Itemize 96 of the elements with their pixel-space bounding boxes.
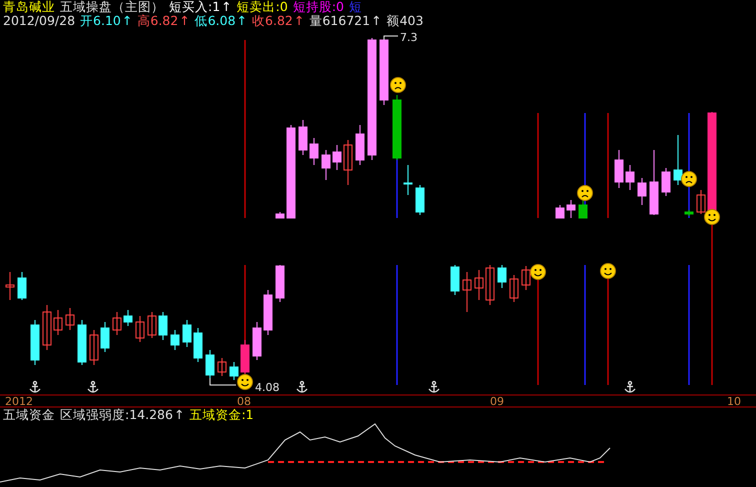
quote-date: 2012/09/28: [3, 14, 76, 28]
candlestick: [298, 120, 308, 156]
candlestick: [392, 94, 402, 160]
candlestick: [450, 264, 460, 296]
candlestick: [6, 272, 14, 300]
price-label: 7.3: [400, 31, 418, 44]
arrow-icon: ↑: [174, 408, 184, 422]
signal-value: 短卖出:0: [236, 0, 288, 14]
candlestick: [510, 274, 518, 302]
arrow-icon: ↑: [179, 14, 190, 28]
candlestick: [252, 322, 262, 360]
candlestick: [136, 316, 144, 342]
candlestick: [404, 164, 412, 196]
frown-face-icon: [681, 171, 697, 187]
axis-label: 09: [490, 395, 504, 408]
candlestick: [78, 320, 86, 366]
smiley-face-icon: [237, 374, 253, 390]
price-label: 4.08: [255, 381, 280, 394]
candlestick: [276, 212, 284, 218]
candlestick: [240, 340, 250, 376]
indicator-value: 区域强弱度:14.286: [60, 408, 173, 422]
smiley-face-icon: [704, 209, 720, 225]
candlestick: [626, 164, 634, 190]
candlestick: [264, 290, 272, 336]
candlestick: [322, 150, 330, 180]
candlestick: [276, 264, 284, 302]
arrow-icon: ↑: [221, 0, 232, 14]
quote-value: 量616721: [309, 14, 370, 28]
indicator-name: 五域资金: [3, 408, 55, 422]
candlestick: [194, 328, 202, 362]
arrow-icon: ↑: [122, 14, 132, 28]
candlestick: [182, 320, 192, 348]
anchor-icon: [624, 380, 636, 393]
candlestick: [650, 150, 658, 216]
signal-value: 短持股:0: [292, 0, 344, 14]
candlestick: [614, 150, 624, 188]
arrow-icon: ↑: [294, 14, 304, 28]
candlestick: [66, 308, 74, 330]
candlestick: [42, 304, 52, 350]
indicator-name: 五域操盘（主图）: [60, 0, 164, 14]
anchor-icon: [296, 380, 308, 393]
signal-value: 短买入:1: [169, 0, 220, 14]
candlestick: [206, 350, 214, 378]
candlestick: [462, 272, 472, 312]
anchor-icon: [428, 380, 440, 393]
candlestick: [158, 312, 168, 340]
leader-line: [384, 36, 398, 40]
smiley-face-icon: [600, 263, 616, 279]
candlestick: [416, 184, 424, 216]
candlestick: [498, 264, 506, 288]
quote-value: 额403: [386, 14, 424, 28]
anchor-icon: [88, 380, 98, 393]
candlestick: [230, 362, 238, 380]
candlestick: [578, 200, 588, 218]
candlestick: [474, 270, 484, 300]
candlestick: [638, 178, 646, 206]
axis-label: 08: [237, 395, 251, 408]
arrow-icon: ↑: [371, 14, 382, 28]
candlestick: [310, 138, 318, 166]
candlestick: [124, 310, 132, 326]
quote-value: 高6.82: [137, 14, 178, 28]
axis-label: 10: [727, 395, 741, 408]
candlestick: [556, 204, 564, 218]
axis-label: 2012: [5, 395, 33, 408]
smiley-face-icon: [530, 264, 546, 280]
candlestick: [696, 190, 706, 214]
candlestick: [100, 322, 110, 352]
candlestick: [218, 358, 226, 376]
candlestick: [344, 140, 352, 186]
quote-value: 低6.08: [194, 14, 236, 28]
candlestick: [332, 144, 342, 170]
frown-face-icon: [577, 185, 593, 201]
candlestick: [486, 264, 494, 306]
indicator-value: 五域资金:1: [189, 408, 254, 422]
candlestick: [684, 210, 694, 216]
leader-line: [210, 378, 236, 386]
quote-value: 收6.82: [252, 14, 293, 28]
frown-face-icon: [390, 77, 406, 93]
candlestick: [30, 320, 40, 366]
candlestick: [170, 330, 180, 350]
candlestick: [522, 266, 530, 290]
candlestick: [18, 272, 26, 300]
candlestick: [662, 168, 670, 196]
signal-value: 短: [349, 0, 362, 14]
candlestick: [566, 200, 576, 218]
candlestick: [112, 312, 122, 336]
candlestick: [54, 310, 62, 336]
candlestick: [90, 330, 98, 366]
candlestick: [356, 124, 364, 166]
candlestick: [674, 134, 682, 186]
candlestick: [380, 38, 388, 106]
quote-value: 开6.10: [80, 14, 121, 28]
arrow-icon: ↑: [236, 14, 248, 28]
candlestick: [148, 312, 156, 338]
stock-name: 青岛碱业: [3, 0, 55, 14]
anchor-icon: [30, 380, 40, 393]
